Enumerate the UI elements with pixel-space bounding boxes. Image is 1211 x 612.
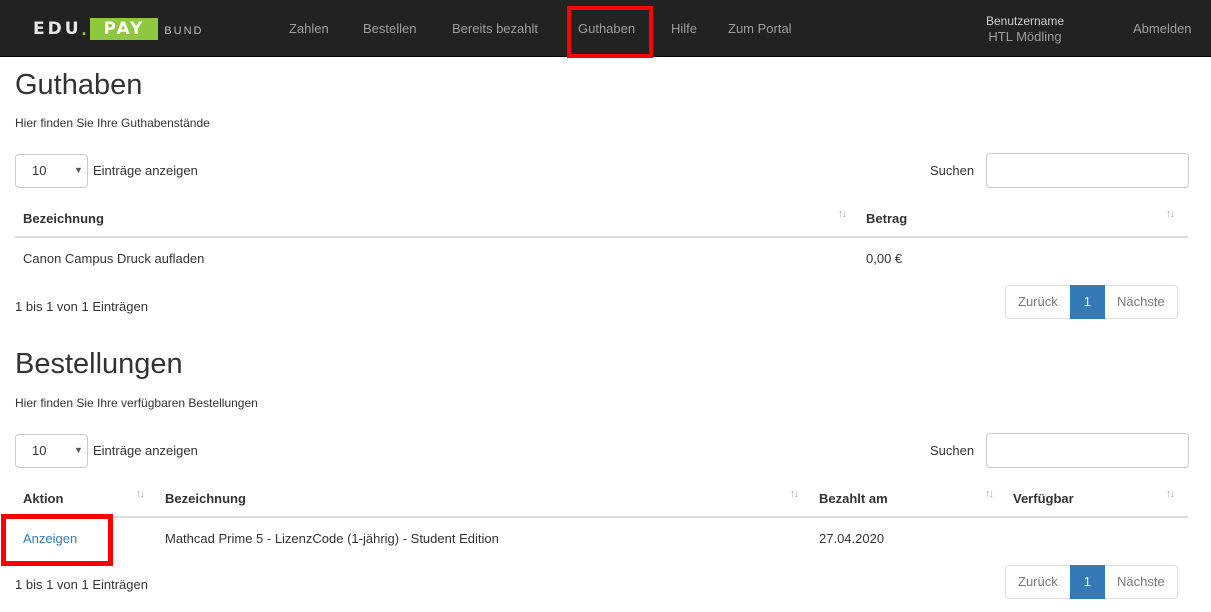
bestellungen-col-verfuegbar[interactable]: Verfügbar [1013, 491, 1074, 506]
sort-both-icon[interactable]: ↑↓ [790, 488, 799, 500]
bestellungen-table-info: 1 bis 1 von 1 Einträgen [15, 577, 148, 592]
bestellungen-table-head-border [15, 516, 1188, 518]
user-info: Benutzername HTL Mödling [965, 14, 1085, 44]
guthaben-subtitle: Hier finden Sie Ihre Guthabenstände [15, 116, 210, 130]
bestellungen-row-bezahlt-am: 27.04.2020 [819, 531, 885, 546]
guthaben-next-button[interactable]: Nächste [1103, 285, 1178, 319]
guthaben-table-info: 1 bis 1 von 1 Einträgen [15, 299, 148, 314]
guthaben-search-label: Suchen [930, 163, 975, 178]
anzeigen-highlight [1, 514, 113, 566]
sort-both-icon[interactable]: ↑↓ [1166, 488, 1175, 500]
logo-edu-text: EDU [33, 19, 82, 39]
user-label: Benutzername [985, 14, 1065, 28]
logo-pay-text: PAY [89, 18, 159, 40]
bestellungen-pagination: Zurück 1 Nächste [1005, 565, 1178, 599]
guthaben-search-input[interactable] [986, 153, 1189, 188]
bestellungen-length-select[interactable]: 10 ▼ [15, 434, 88, 468]
guthaben-length-label: Einträge anzeigen [93, 163, 198, 178]
guthaben-pagination: Zurück 1 Nächste [1005, 285, 1178, 319]
caret-down-icon: ▼ [74, 445, 83, 455]
bestellungen-col-bezahlt-am[interactable]: Bezahlt am [819, 491, 888, 506]
bestellungen-prev-button[interactable]: Zurück [1005, 565, 1071, 599]
bestellungen-length-label: Einträge anzeigen [93, 443, 198, 458]
guthaben-row-betrag: 0,00 € [866, 251, 903, 266]
guthaben-length-select[interactable]: 10 ▼ [15, 154, 88, 188]
guthaben-title: Guthaben [15, 69, 143, 101]
nav-guthaben-highlight [567, 6, 653, 58]
nav-zahlen[interactable]: Zahlen [289, 0, 329, 57]
nav-hilfe[interactable]: Hilfe [671, 0, 697, 57]
bestellungen-row-bezeichnung: Mathcad Prime 5 - LizenzCode (1-jährig) … [165, 531, 499, 546]
edu-pay-logo[interactable]: EDU . PAY BUND [33, 16, 203, 42]
bestellungen-subtitle: Hier finden Sie Ihre verfügbaren Bestell… [15, 396, 258, 410]
user-name: HTL Mödling [988, 29, 1062, 44]
logo-bund-text: BUND [164, 24, 204, 37]
bestellungen-col-aktion[interactable]: Aktion [23, 491, 63, 506]
nav-abmelden[interactable]: Abmelden [1133, 0, 1192, 57]
bestellungen-search-input[interactable] [986, 433, 1189, 468]
bestellungen-title: Bestellungen [15, 348, 183, 380]
nav-bereits-bezahlt[interactable]: Bereits bezahlt [452, 0, 538, 57]
sort-both-icon[interactable]: ↑↓ [838, 208, 847, 220]
guthaben-prev-button[interactable]: Zurück [1005, 285, 1071, 319]
guthaben-col-betrag[interactable]: Betrag [866, 211, 907, 226]
guthaben-col-bezeichnung[interactable]: Bezeichnung [23, 211, 104, 226]
guthaben-length-value: 10 [32, 163, 47, 178]
guthaben-row-bezeichnung: Canon Campus Druck aufladen [23, 251, 205, 266]
nav-bestellen[interactable]: Bestellen [363, 0, 416, 57]
sort-both-icon[interactable]: ↑↓ [136, 488, 145, 500]
bestellungen-length-value: 10 [32, 443, 47, 458]
guthaben-page-1-button[interactable]: 1 [1069, 285, 1105, 319]
bestellungen-next-button[interactable]: Nächste [1103, 565, 1178, 599]
nav-zum-portal[interactable]: Zum Portal [728, 0, 792, 57]
caret-down-icon: ▼ [74, 165, 83, 175]
bestellungen-search-label: Suchen [930, 443, 975, 458]
guthaben-table-head-border [15, 236, 1188, 238]
bestellungen-page-1-button[interactable]: 1 [1069, 565, 1105, 599]
sort-both-icon[interactable]: ↑↓ [1166, 208, 1175, 220]
bestellungen-col-bezeichnung[interactable]: Bezeichnung [165, 491, 246, 506]
logo-dot: . [81, 18, 87, 39]
sort-both-icon[interactable]: ↑↓ [985, 488, 994, 500]
